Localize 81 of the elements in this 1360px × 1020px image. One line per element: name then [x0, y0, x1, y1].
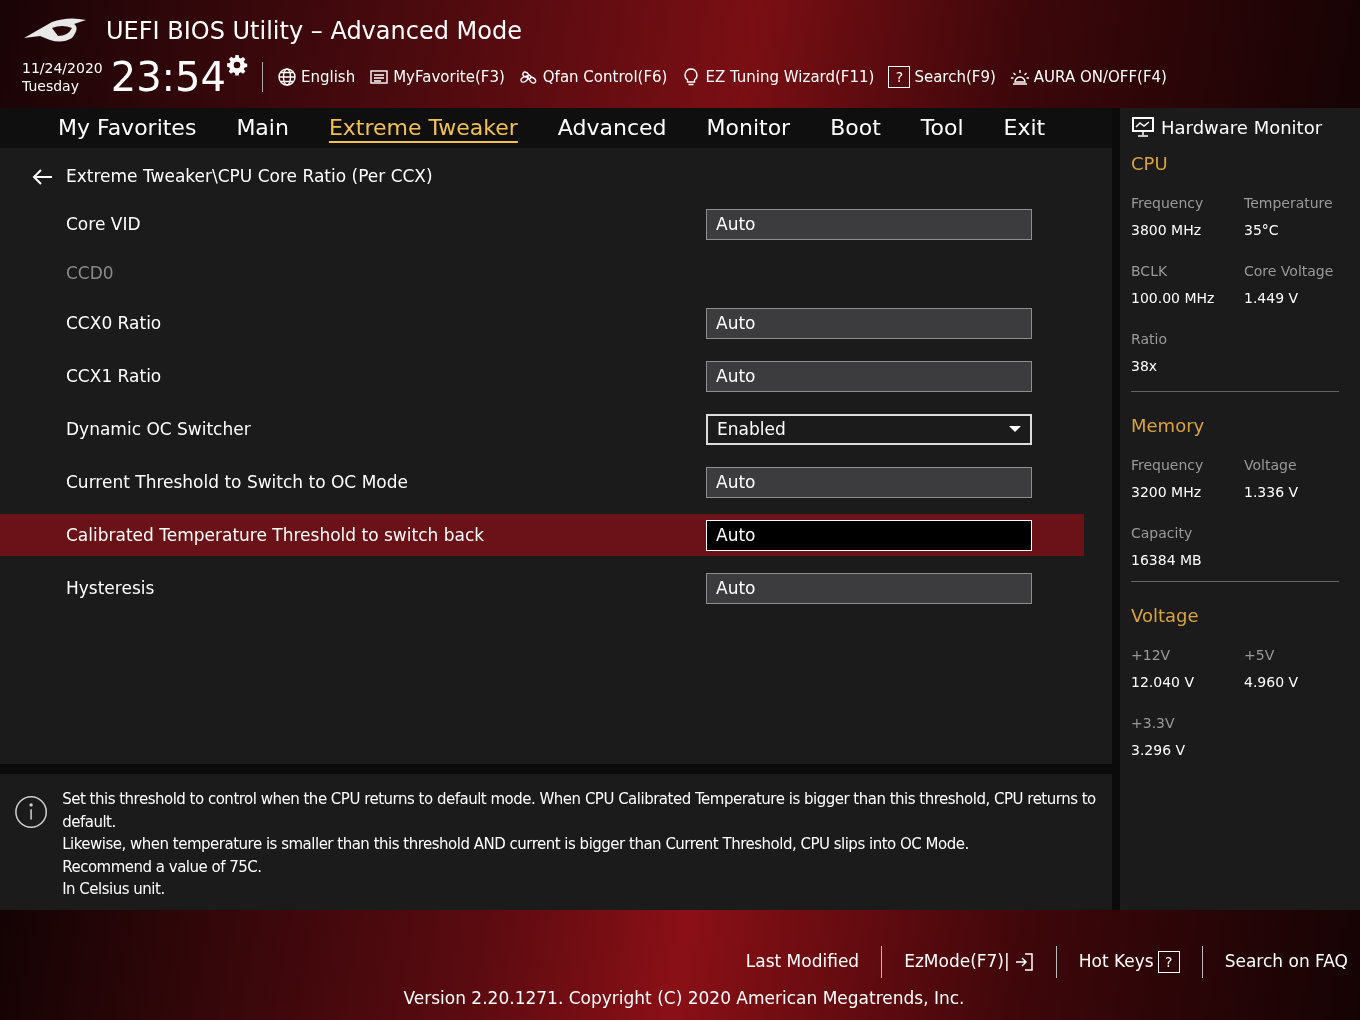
metric-value: 35°C [1244, 221, 1280, 240]
footer-link[interactable]: Hot Keys ? [1078, 949, 1180, 975]
section-title: Voltage [1131, 604, 1200, 628]
metric-label: +5V [1244, 646, 1276, 665]
aura-light-icon [1009, 67, 1030, 87]
setting-label: CCX1 Ratio [66, 364, 163, 388]
section-title: CPU [1131, 152, 1169, 176]
menu-tab[interactable]: Extreme Tweaker [328, 111, 518, 145]
toolbar-button[interactable]: English [277, 65, 356, 89]
metric-value: 1.449 V [1244, 289, 1300, 308]
menu-tab[interactable]: Main [236, 111, 289, 145]
metric-label: +3.3V [1131, 714, 1176, 733]
help-text: In Celsius unit. [62, 879, 166, 901]
monitor-icon [1131, 116, 1155, 138]
setting-label: Core VID [66, 212, 142, 236]
setting-label: Calibrated Temperature Threshold to switch back [66, 523, 486, 547]
menu-tab[interactable]: Exit [1003, 111, 1046, 145]
metric-label: +12V [1131, 646, 1172, 665]
metric-value: 100.00 MHz [1131, 289, 1216, 308]
setting-label: Dynamic OC Switcher [66, 417, 252, 441]
metric-label: Ratio [1131, 330, 1168, 349]
selected-row[interactable]: Calibrated Temperature Threshold to switch back Auto [0, 514, 1084, 557]
globe-icon [277, 67, 297, 87]
footer-link[interactable]: Search on FAQ [1224, 949, 1348, 975]
menu-tab[interactable]: Monitor [706, 111, 791, 145]
menu-tab[interactable]: Boot [830, 111, 881, 145]
metric-label: Core Voltage [1244, 262, 1335, 281]
setting-label: Hysteresis [66, 576, 156, 600]
value-field[interactable]: Auto [706, 208, 1032, 240]
metric-value: 12.040 V [1131, 673, 1195, 692]
metric-value: 3.296 V [1131, 741, 1187, 760]
metric-value: 4.960 V [1244, 673, 1300, 692]
day-label: Tuesday [22, 77, 80, 95]
setting-label: CCX0 Ratio [66, 311, 163, 335]
group-label: CCD0 [66, 262, 114, 286]
toolbar-button[interactable]: ? Search(F9) [888, 65, 996, 89]
exit-icon [1013, 952, 1034, 972]
menu-tab[interactable]: Advanced [557, 111, 667, 145]
dropdown-field[interactable]: Enabled [706, 413, 1032, 445]
value-field[interactable]: Auto [706, 307, 1032, 339]
list-icon [369, 67, 390, 87]
breadcrumb-path: Extreme Tweaker\CPU Core Ratio (Per CCX) [66, 165, 433, 189]
question-mark-icon: ? [1157, 951, 1180, 973]
footer-link[interactable]: Last Modified [745, 949, 860, 975]
toolbar-button[interactable]: AURA ON/OFF(F4) [1009, 65, 1167, 89]
menu-tab[interactable]: My Favorites [58, 111, 197, 145]
metric-value: 38x [1131, 357, 1159, 376]
toolbar-button[interactable]: Qfan Control(F6) [518, 65, 668, 89]
metric-value: 16384 MB [1131, 551, 1203, 570]
back-arrow-icon[interactable] [32, 167, 54, 186]
panel-title: Hardware Monitor [1161, 115, 1323, 140]
toolbar-button[interactable]: EZ Tuning Wizard(F11) [681, 65, 875, 89]
metric-value: 1.336 V [1244, 483, 1300, 502]
metric-label: BCLK [1131, 262, 1169, 281]
metric-label: Capacity [1131, 524, 1194, 543]
section-title: Memory [1131, 414, 1206, 438]
toolbar-button[interactable]: MyFavorite(F3) [369, 65, 505, 89]
version-text: Version 2.20.1271. Copyright (C) 2020 American Megatrends, Inc. [402, 987, 965, 1010]
value-field[interactable]: Auto [706, 572, 1032, 604]
date-label: 11/24/2020 [22, 59, 103, 77]
value-field[interactable]: Auto [706, 466, 1032, 498]
clock-time: 23:54 [110, 57, 226, 97]
window-title: UEFI BIOS Utility – Advanced Mode [106, 16, 522, 47]
info-icon [14, 794, 49, 831]
help-text: Recommend a value of 75C. [62, 856, 263, 878]
metric-value: 3200 MHz [1131, 483, 1203, 502]
metric-label: Temperature [1244, 194, 1334, 213]
help-text: Likewise, when temperature is smaller than this threshold AND current is bigger than Current Threshold, CPU slips into OC Mode. [62, 834, 970, 856]
metric-label: Frequency [1131, 194, 1205, 213]
settings-icon[interactable] [226, 54, 248, 76]
metric-label: Voltage [1244, 456, 1298, 475]
value-field[interactable]: Auto [706, 519, 1032, 551]
question-mark-icon: ? [888, 66, 911, 88]
footer-link[interactable]: EzMode(F7)| [904, 949, 1034, 975]
caret-icon [1009, 426, 1021, 433]
menu-tab[interactable]: Tool [920, 111, 964, 145]
metric-value: 3800 MHz [1131, 221, 1203, 240]
setting-label: Current Threshold to Switch to OC Mode [66, 470, 409, 494]
metric-label: Frequency [1131, 456, 1205, 475]
value-field[interactable]: Auto [706, 360, 1032, 392]
help-text: Set this threshold to control when the CPU returns to default mode. When CPU Calibrated Temperature is bigger than this threshold, CPU returns to default. [62, 789, 1097, 833]
